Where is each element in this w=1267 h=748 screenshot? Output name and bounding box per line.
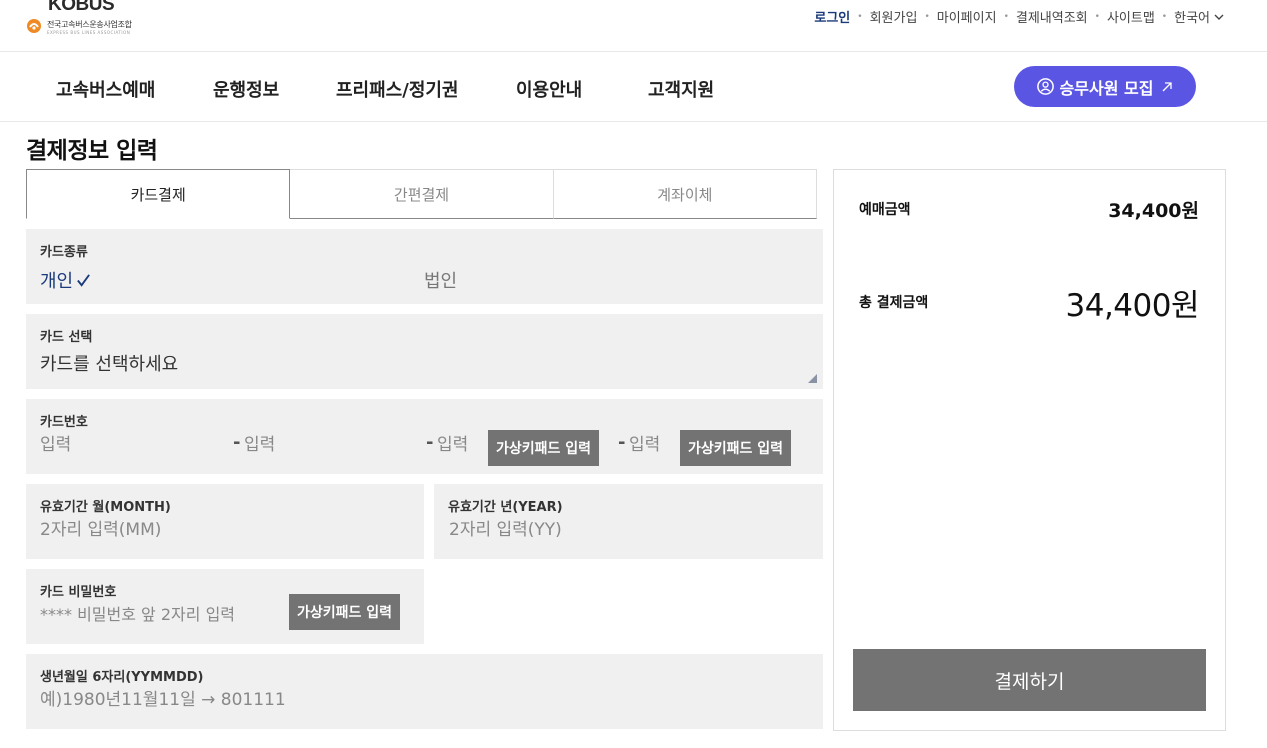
expiry-month-field: 유효기간 월(MONTH) [26,484,424,559]
card-number-input-4[interactable] [629,435,679,455]
recruit-button[interactable]: 승무사원 모집 [1014,66,1196,107]
nav-item-support[interactable]: 고객지원 [648,76,714,102]
expiry-year-field: 유효기간 년(YEAR) [434,484,823,559]
expiry-year-label: 유효기간 년(YEAR) [448,500,563,515]
card-password-field: 카드 비밀번호 가상키패드 입력 [26,569,424,644]
tab-card-payment[interactable]: 카드결제 [26,169,291,219]
total-amount-value: 34,400원 [1065,288,1200,324]
nav-item-freepass[interactable]: 프리패스/정기권 [336,76,459,102]
card-select-dropdown[interactable]: 카드를 선택하세요 [40,350,178,376]
card-type-personal-option[interactable]: 개인 [40,267,91,293]
card-password-input[interactable] [40,605,292,624]
card-type-field: 카드종류 개인 법인 [26,229,823,304]
separator-dot: • [857,11,863,22]
tab-bank-transfer[interactable]: 계좌이체 [553,169,817,219]
signup-link[interactable]: 회원가입 [870,7,918,26]
card-select-field: 카드 선택 카드를 선택하세요 [26,314,823,389]
card-password-virtual-keypad-button[interactable]: 가상키패드 입력 [289,594,401,630]
card-number-input-2[interactable] [244,435,424,455]
payment-summary-panel: 예매금액 34,400원 총 결제금액 34,400원 결제하기 [833,169,1226,731]
login-link[interactable]: 로그인 [814,7,850,26]
card-number-field: 카드번호 - - 가상키패드 입력 - 가상키패드 입력 [26,399,823,474]
ticket-amount-label: 예매금액 [859,202,911,218]
card-number-3-virtual-keypad-button[interactable]: 가상키패드 입력 [488,430,600,466]
sitemap-link[interactable]: 사이트맵 [1107,7,1155,26]
separator-dot: • [924,11,930,22]
ticket-amount-value: 34,400원 [1108,200,1199,222]
card-number-input-3[interactable] [437,435,487,455]
card-type-label: 카드종류 [40,245,88,260]
expiry-month-label: 유효기간 월(MONTH) [40,500,171,515]
card-number-input-1[interactable] [40,435,220,455]
payment-method-tabs: 카드결제 간편결제 계좌이체 [26,169,817,219]
birth-date-field: 생년월일 6자리(YYMMDD) [26,654,823,729]
page-title: 결제정보 입력 [26,138,158,164]
birth-date-label: 생년월일 6자리(YYMMDD) [40,670,204,685]
check-icon [77,274,91,287]
kobus-logo[interactable]: KOBUS 전국고속버스운송사업조합 EXPRESS BUS LINES ASS… [26,0,136,38]
chevron-down-icon [1214,14,1224,20]
language-label: 한국어 [1174,11,1210,26]
total-amount-label: 총 결제금액 [859,295,929,311]
mypage-link[interactable]: 마이페이지 [937,7,997,26]
card-type-corporate-option[interactable]: 법인 [424,267,457,293]
birth-date-input[interactable] [40,690,540,710]
logo-org-sub: EXPRESS BUS LINES ASSOCIATION [47,30,131,35]
pay-button[interactable]: 결제하기 [853,649,1206,711]
nav-item-guide[interactable]: 이용안내 [516,76,582,102]
separator-dot: • [1161,11,1168,22]
card-number-separator: - [618,432,626,453]
expiry-year-input[interactable] [449,520,799,540]
utility-nav: 로그인 • 회원가입 • 마이페이지 • 결제내역조회 • 사이트맵 • 한국어 [814,7,1225,26]
arrow-up-right-icon [1162,81,1173,91]
logo-org-name: 전국고속버스운송사업조합 [47,20,132,29]
tab-easy-payment[interactable]: 간편결제 [290,169,554,219]
language-selector[interactable]: 한국어 [1174,7,1225,26]
card-number-label: 카드번호 [40,415,88,430]
card-number-separator: - [233,432,241,453]
logo-bus-icon [27,19,41,33]
card-password-label: 카드 비밀번호 [40,585,117,600]
person-search-icon [1036,78,1054,95]
nav-item-schedule[interactable]: 운행정보 [213,76,279,102]
recruit-button-label: 승무사원 모집 [1059,78,1154,98]
card-select-label: 카드 선택 [40,330,93,345]
separator-dot: • [1003,11,1009,22]
nav-item-reservation[interactable]: 고속버스예매 [56,76,155,102]
card-type-personal-label: 개인 [40,271,74,292]
separator-dot: • [1094,11,1100,22]
card-number-separator: - [426,432,434,453]
card-number-4-virtual-keypad-button[interactable]: 가상키패드 입력 [680,430,792,466]
top-header: KOBUS 전국고속버스운송사업조합 EXPRESS BUS LINES ASS… [0,0,1267,52]
dropdown-corner-icon [808,374,817,383]
expiry-month-input[interactable] [40,520,400,540]
payment-history-link[interactable]: 결제내역조회 [1016,7,1088,26]
logo-wordmark: KOBUS [48,0,115,15]
main-nav: 고속버스예매 운행정보 프리패스/정기권 이용안내 고객지원 승무사원 모집 [0,52,1267,122]
